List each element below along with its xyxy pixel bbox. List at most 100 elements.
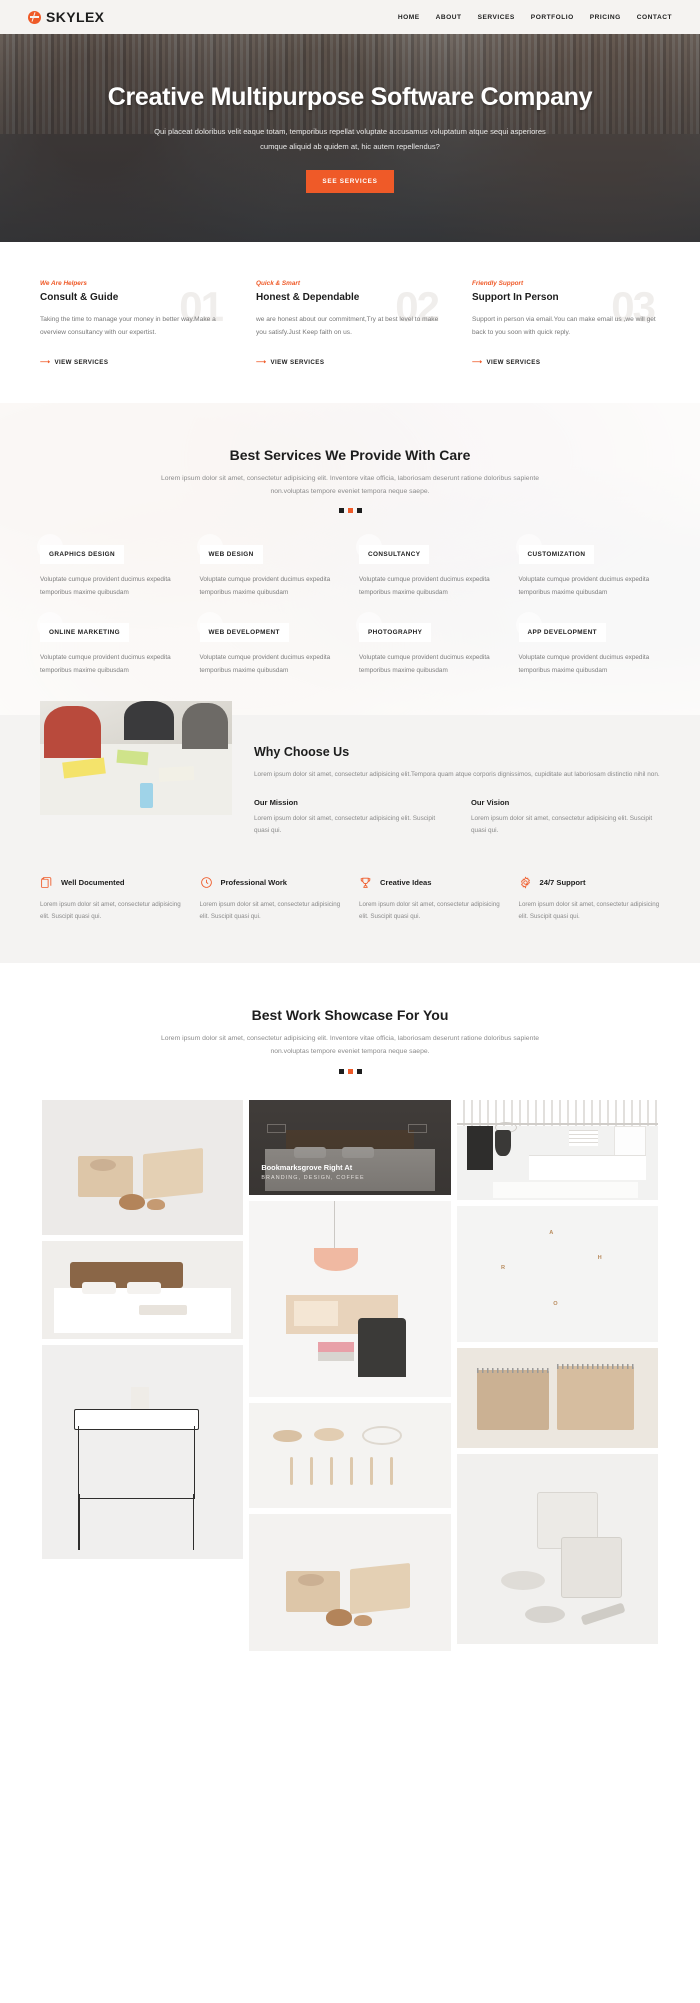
portfolio-item-loft-interior[interactable] [456,1099,658,1200]
logo[interactable]: SKYLEX [28,9,104,25]
feature-view-services-link[interactable]: ⟶ VIEW SERVICES [256,359,324,366]
why-choose-us-section: Why Choose Us Lorem ipsum dolor sit amet… [0,701,700,964]
feature-view-services-link[interactable]: ⟶ VIEW SERVICES [472,359,540,366]
nav-item-portfolio[interactable]: PORTFOLIO [531,14,574,21]
service-text: Voluptate cumque provident ducimus exped… [199,654,331,674]
services-subtitle: Lorem ipsum dolor sit amet, consectetur … [160,474,540,495]
service-title: ONLINE MARKETING [40,623,130,643]
perk-title: Professional Work [220,877,288,887]
service-text: Voluptate cumque provident ducimus exped… [199,576,331,596]
service-card-web-development[interactable]: WEB DEVELOPMENT Voluptate cumque provide… [196,612,342,677]
hero-section: Creative Multipurpose Software Company Q… [0,34,700,242]
feature-link-label: VIEW SERVICES [54,358,109,366]
perk-text: Lorem ipsum dolor sit amet, consectetur … [199,900,341,920]
portfolio-caption: Bookmarksgrove Right At BRANDING, DESIGN… [261,1163,364,1181]
mission-title: Our Mission [254,797,298,807]
site-header: SKYLEX HOME ABOUT SERVICES PORTFOLIO PRI… [0,0,700,34]
hero-subtitle: Qui placeat doloribus velit eaque totam,… [154,127,546,151]
vision-block: Our Vision Lorem ipsum dolor sit amet, c… [471,798,660,838]
perk-well-documented: Well Documented Lorem ipsum dolor sit am… [40,876,182,923]
portfolio-item-letters[interactable]: A H R O [456,1205,658,1342]
perk-professional-work: Professional Work Lorem ipsum dolor sit … [200,876,342,923]
logo-text: SKYLEX [46,9,105,25]
nav-item-about[interactable]: ABOUT [436,14,462,21]
letter-r: R [500,1265,505,1272]
perks-row: Well Documented Lorem ipsum dolor sit am… [0,838,700,923]
feature-title: Consult & Guide [40,292,119,303]
documents-icon [40,876,53,889]
portfolio-item-lamp-shelf[interactable] [249,1200,451,1397]
portfolio-section: Best Work Showcase For You Lorem ipsum d… [0,963,700,1651]
divider-square-mid [347,508,353,514]
arrow-right-icon: ⟶ [256,358,267,366]
services-section: Best Services We Provide With Care Lorem… [0,402,700,716]
feature-kicker: Quick & Smart [256,280,301,287]
letter-a: A [549,1230,554,1237]
portfolio-item-wooden-spoons[interactable] [249,1402,451,1508]
service-card-web-design[interactable]: WEB DESIGN Voluptate cumque provident du… [196,534,342,599]
portfolio-item-side-table[interactable] [42,1344,244,1559]
feature-text: we are honest about our commitment,Try a… [256,316,439,336]
feature-columns: 01 We Are Helpers Consult & Guide Taking… [0,242,700,403]
service-title: CUSTOMIZATION [518,545,595,565]
hero-title: Creative Multipurpose Software Company [107,83,593,112]
feature-title: Honest & Dependable [256,292,360,303]
service-card-customization[interactable]: CUSTOMIZATION Voluptate cumque provident… [515,534,661,599]
mission-block: Our Mission Lorem ipsum dolor sit amet, … [254,798,443,838]
service-text: Voluptate cumque provident ducimus exped… [359,576,490,596]
why-choose-us-title: Why Choose Us [254,745,350,760]
service-title: CONSULTANCY [359,545,430,565]
feature-card-support: 03 Friendly Support Support In Person Su… [472,280,660,369]
perk-support: 24/7 Support Lorem ipsum dolor sit amet,… [519,876,661,923]
feature-text: Support in person via email.You can make… [472,316,656,336]
perk-text: Lorem ipsum dolor sit amet, consectetur … [359,900,500,920]
feature-link-label: VIEW SERVICES [486,358,541,366]
portfolio-title: Best Work Showcase For You [251,1007,449,1024]
clock-icon [200,876,213,889]
why-choose-us-image [40,701,232,816]
nav-item-services[interactable]: SERVICES [478,14,515,21]
perk-title: Creative Ideas [380,877,432,887]
service-title: WEB DESIGN [199,545,263,565]
service-text: Voluptate cumque provident ducimus exped… [518,576,650,596]
service-title: WEB DEVELOPMENT [199,623,289,643]
portfolio-item-wood-blocks[interactable] [42,1099,244,1235]
portfolio-grid: Bookmarksgrove Right At BRANDING, DESIGN… [0,1099,700,1651]
gear-icon [519,876,532,889]
service-title: APP DEVELOPMENT [518,623,606,643]
main-nav: HOME ABOUT SERVICES PORTFOLIO PRICING CO… [398,14,672,21]
vision-title: Our Vision [471,797,510,807]
portfolio-caption-title: Bookmarksgrove Right At [261,1162,353,1172]
service-card-graphics-design[interactable]: GRAPHICS DESIGN Voluptate cumque provide… [37,534,182,599]
arrow-right-icon: ⟶ [472,358,483,366]
portfolio-item-notebooks[interactable] [456,1347,658,1448]
portfolio-subtitle: Lorem ipsum dolor sit amet, consectetur … [160,1035,540,1056]
nav-item-home[interactable]: HOME [398,14,420,21]
portfolio-item-paint-cans[interactable] [456,1453,658,1644]
service-card-app-development[interactable]: APP DEVELOPMENT Voluptate cumque provide… [515,612,661,677]
divider-square-right [356,1068,362,1074]
feature-title: Support In Person [472,292,559,303]
feature-text: Taking the time to manage your money in … [40,316,216,336]
why-choose-us-text: Lorem ipsum dolor sit amet, consectetur … [254,771,660,779]
feature-view-services-link[interactable]: ⟶ VIEW SERVICES [40,359,108,366]
service-card-photography[interactable]: PHOTOGRAPHY Voluptate cumque provident d… [356,612,501,677]
letter-h: H [597,1254,602,1261]
nav-item-pricing[interactable]: PRICING [590,14,621,21]
section-divider [0,1068,700,1074]
feature-link-label: VIEW SERVICES [270,358,325,366]
service-card-online-marketing[interactable]: ONLINE MARKETING Voluptate cumque provid… [37,612,182,677]
service-card-consultancy[interactable]: CONSULTANCY Voluptate cumque provident d… [356,534,501,599]
service-title: GRAPHICS DESIGN [40,545,125,565]
portfolio-item-featured-bedroom[interactable]: Bookmarksgrove Right At BRANDING, DESIGN… [249,1099,451,1195]
services-grid: GRAPHICS DESIGN Voluptate cumque provide… [37,534,661,677]
portfolio-item-wood-blocks-2[interactable] [249,1513,451,1651]
portfolio-item-wood-bedroom[interactable] [42,1240,244,1339]
nav-item-contact[interactable]: CONTACT [637,14,672,21]
service-text: Voluptate cumque provident ducimus exped… [518,654,650,674]
see-services-button[interactable]: SEE SERVICES [306,169,394,193]
perk-text: Lorem ipsum dolor sit amet, consectetur … [518,900,660,920]
divider-square-mid [347,1068,353,1074]
landing-page: SKYLEX HOME ABOUT SERVICES PORTFOLIO PRI… [0,0,700,1651]
service-text: Voluptate cumque provident ducimus exped… [40,576,171,596]
